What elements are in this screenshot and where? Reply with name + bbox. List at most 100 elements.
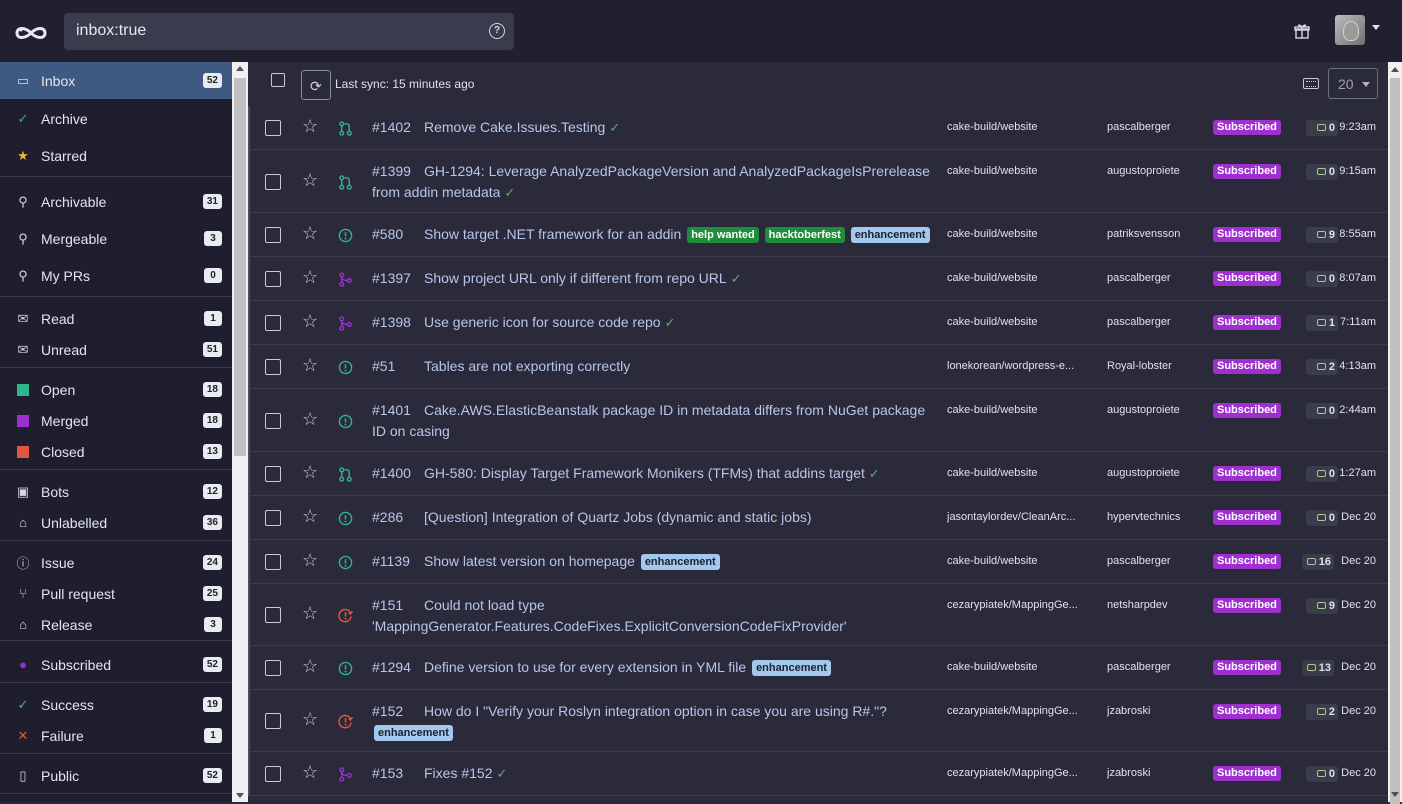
status-badge[interactable]: Subscribed <box>1213 704 1281 719</box>
notification-number[interactable]: #1402 <box>372 117 412 138</box>
label-badge[interactable]: enhancement <box>850 227 930 243</box>
author-link[interactable]: netsharpdev <box>1107 599 1207 611</box>
author-link[interactable]: augustoproiete <box>1107 467 1207 479</box>
row-checkbox[interactable] <box>265 173 281 190</box>
sidebar-item-unlabelled[interactable]: ⌂ Unlabelled 36 <box>0 507 232 538</box>
status-badge[interactable]: Subscribed <box>1213 598 1281 613</box>
keyboard-icon[interactable] <box>1303 78 1319 89</box>
sidebar-scroll-thumb[interactable] <box>234 78 246 456</box>
notification-title-link[interactable]: #1398 Use generic icon for source code re… <box>372 312 932 333</box>
sidebar-item-inbox[interactable]: ▭ Inbox 52 <box>0 62 232 99</box>
author-link[interactable]: pascalberger <box>1107 121 1207 133</box>
table-row[interactable]: ☆ #1399 GH-1294: Leverage AnalyzedPackageV… <box>248 150 1388 213</box>
star-icon[interactable]: ☆ <box>302 462 318 483</box>
row-checkbox[interactable] <box>265 359 281 375</box>
star-icon[interactable]: ☆ <box>302 762 318 783</box>
select-all-checkbox[interactable] <box>271 73 285 87</box>
author-link[interactable]: pascalberger <box>1107 272 1207 284</box>
label-badge[interactable]: help wanted <box>687 227 759 243</box>
notification-title-link[interactable]: #51 Tables are not exporting correctly <box>372 356 932 377</box>
notification-title-link[interactable]: #1294 Define version to use for every ext… <box>372 657 932 678</box>
table-row[interactable]: ☆ #51 Tables are not exporting correctly lo… <box>248 345 1388 389</box>
star-icon[interactable]: ☆ <box>302 506 318 527</box>
notification-title[interactable]: Show project URL only if different from … <box>424 270 727 286</box>
repo-link[interactable]: cezarypiatek/MappingGe... <box>947 599 1093 611</box>
notification-number[interactable]: #1401 <box>372 400 412 421</box>
sidebar-item-open[interactable]: Open 18 <box>0 374 232 405</box>
author-link[interactable]: augustoproiete <box>1107 165 1207 177</box>
main-scrollbar[interactable] <box>1388 62 1402 804</box>
status-badge[interactable]: Subscribed <box>1213 660 1281 675</box>
notification-title[interactable]: Cake.AWS.ElasticBeanstalk package ID in … <box>372 402 925 439</box>
repo-link[interactable]: cake-build/website <box>947 272 1093 284</box>
notification-number[interactable]: #1399 <box>372 161 412 182</box>
notification-title[interactable]: Show target .NET framework for an addin <box>424 226 681 242</box>
notification-number[interactable]: #152 <box>372 701 412 722</box>
notification-number[interactable]: #1294 <box>372 657 412 678</box>
table-row[interactable]: ☆ #152 How do I "Verify your Roslyn integr… <box>248 690 1388 752</box>
scroll-down-arrow-icon[interactable] <box>236 793 244 798</box>
status-badge[interactable]: Subscribed <box>1213 359 1281 374</box>
notification-title[interactable]: GH-580: Display Target Framework Moniker… <box>424 465 865 481</box>
star-icon[interactable]: ☆ <box>302 170 318 191</box>
repo-link[interactable]: cake-build/website <box>947 316 1093 328</box>
repo-link[interactable]: cake-build/website <box>947 165 1093 177</box>
author-link[interactable]: pascalberger <box>1107 661 1207 673</box>
status-badge[interactable]: Subscribed <box>1213 227 1281 242</box>
row-checkbox[interactable] <box>265 227 281 243</box>
notification-title[interactable]: Fixes #152 <box>424 765 492 781</box>
status-badge[interactable]: Subscribed <box>1213 271 1281 286</box>
row-checkbox[interactable] <box>265 766 281 782</box>
status-badge[interactable]: Subscribed <box>1213 164 1281 179</box>
author-link[interactable]: hypervtechnics <box>1107 511 1207 523</box>
repo-link[interactable]: cake-build/website <box>947 467 1093 479</box>
notification-title-link[interactable]: #1402 Remove Cake.Issues.Testing ✓ <box>372 117 932 138</box>
table-row[interactable]: ☆ #1401 Cake.AWS.ElasticBeanstalk package … <box>248 389 1388 452</box>
row-checkbox[interactable] <box>265 466 281 482</box>
notification-title[interactable]: Show latest version on homepage <box>424 553 635 569</box>
help-icon[interactable]: ? <box>489 23 505 39</box>
label-badge[interactable]: enhancement <box>752 660 831 676</box>
row-checkbox[interactable] <box>265 120 281 136</box>
notification-title[interactable]: Remove Cake.Issues.Testing <box>424 119 605 135</box>
row-checkbox[interactable] <box>265 713 281 729</box>
sidebar-item-mergeable[interactable]: ⚲ Mergeable 3 <box>0 223 232 254</box>
search-input-value[interactable]: inbox:true <box>76 22 146 40</box>
row-checkbox[interactable] <box>265 607 281 623</box>
sidebar-item-starred[interactable]: ★ Starred <box>0 140 232 171</box>
status-badge[interactable]: Subscribed <box>1213 403 1281 418</box>
author-link[interactable]: patriksvensson <box>1107 228 1207 240</box>
repo-link[interactable]: cake-build/website <box>947 404 1093 416</box>
star-icon[interactable]: ☆ <box>302 656 318 677</box>
star-icon[interactable]: ☆ <box>302 311 318 332</box>
star-icon[interactable]: ☆ <box>302 409 318 430</box>
status-badge[interactable]: Subscribed <box>1213 120 1281 135</box>
notification-title-link[interactable]: #1139 Show latest version on homepage enh… <box>372 551 932 572</box>
star-icon[interactable]: ☆ <box>302 116 318 137</box>
star-icon[interactable]: ☆ <box>302 223 318 244</box>
table-row[interactable]: ☆ #1294 Define version to use for every ex… <box>248 646 1388 690</box>
table-row[interactable]: ☆ #1402 Remove Cake.Issues.Testing ✓ cake-bu… <box>248 106 1388 150</box>
notification-title-link[interactable]: #1397 Show project URL only if different … <box>372 268 932 289</box>
sidebar-item-unread[interactable]: ✉ Unread 51 <box>0 334 232 365</box>
row-checkbox[interactable] <box>265 315 281 331</box>
label-badge[interactable]: enhancement <box>640 554 720 570</box>
sidebar-item-release[interactable]: ⌂ Release 3 <box>0 609 232 640</box>
sidebar-item-bots[interactable]: ▣ Bots 12 <box>0 476 232 507</box>
status-badge[interactable]: Subscribed <box>1213 466 1281 481</box>
sidebar-item-failure[interactable]: ✕ Failure 1 <box>0 720 232 751</box>
row-checkbox[interactable] <box>265 660 281 676</box>
status-badge[interactable]: Subscribed <box>1213 315 1281 330</box>
author-link[interactable]: Royal-lobster <box>1107 360 1207 372</box>
star-icon[interactable]: ☆ <box>302 709 318 730</box>
notification-number[interactable]: #1400 <box>372 463 412 484</box>
notification-number[interactable]: #1397 <box>372 268 412 289</box>
notification-title[interactable]: [Question] Integration of Quartz Jobs (d… <box>424 509 812 525</box>
notification-title-link[interactable]: #580 Show target .NET framework for an ad… <box>372 224 932 245</box>
main-scroll-thumb[interactable] <box>1390 78 1400 804</box>
notification-title[interactable]: GH-1294: Leverage AnalyzedPackageVersion… <box>372 163 930 200</box>
notification-title-link[interactable]: #153 Fixes #152 ✓ <box>372 763 932 784</box>
author-link[interactable]: pascalberger <box>1107 555 1207 567</box>
row-checkbox[interactable] <box>265 510 281 526</box>
row-checkbox[interactable] <box>265 412 281 429</box>
